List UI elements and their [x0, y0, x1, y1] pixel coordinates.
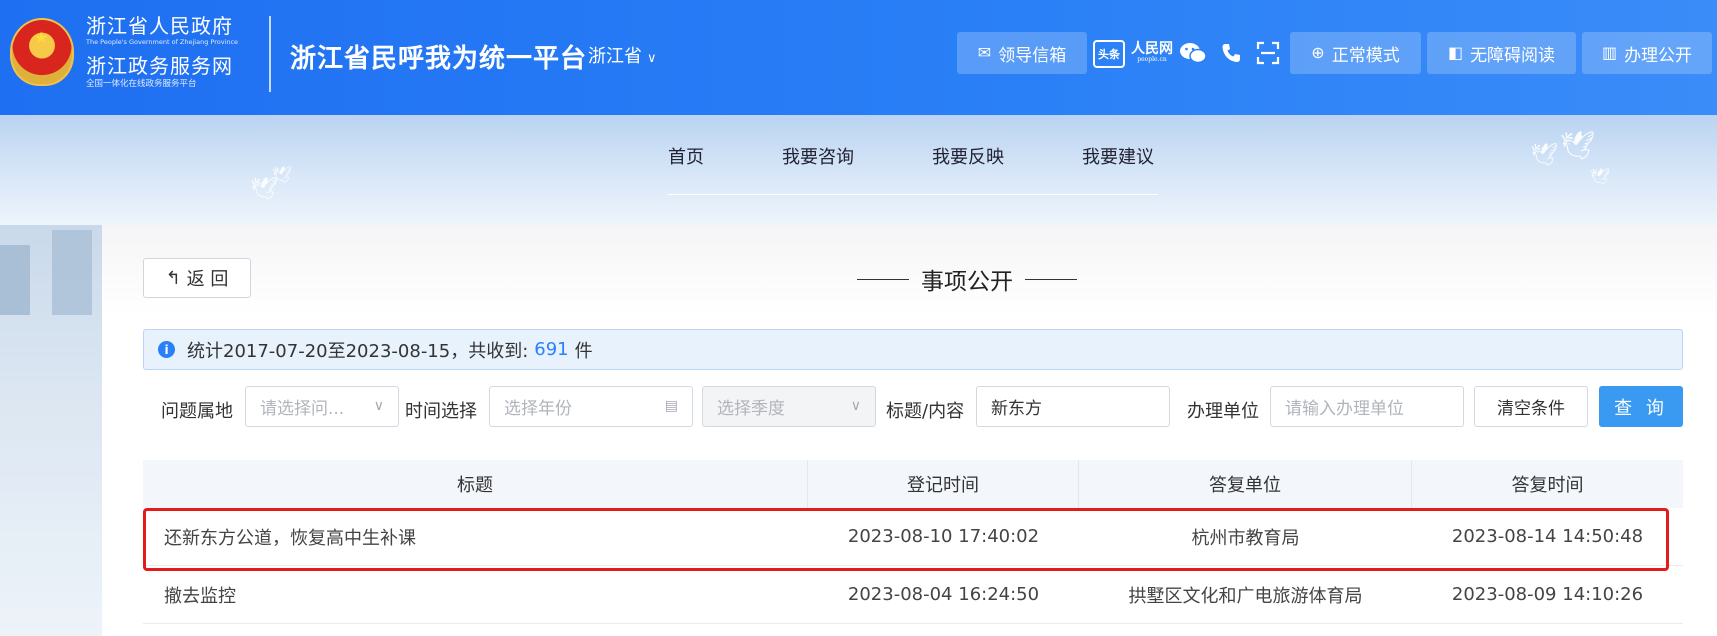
title-line-right	[1025, 278, 1077, 280]
location-placeholder: 请选择问...	[260, 399, 345, 419]
row-title[interactable]: 还新东方公道，恢复高中生补课	[143, 508, 808, 565]
clear-conditions-button[interactable]: 清空条件	[1474, 386, 1588, 427]
year-picker[interactable]: 选择年份 ▤	[489, 386, 693, 427]
nav-consult[interactable]: 我要咨询	[782, 143, 854, 169]
dove-decoration-icon: 🕊	[1530, 143, 1558, 168]
row-replied: 2023-08-09 14:10:26	[1451, 584, 1644, 605]
dove-decoration-icon: 🕊	[1560, 129, 1596, 162]
dove-decoration-icon: 🕊	[1590, 167, 1611, 186]
unit-label: 办理单位	[1187, 401, 1259, 422]
info-icon: i	[158, 341, 175, 358]
accessibility-icon: ◧	[1447, 43, 1464, 62]
row-replied: 2023-08-14 14:50:48	[1451, 526, 1644, 547]
gov-name: 浙江省人民政府	[86, 14, 233, 38]
handling-public-button[interactable]: ▥ 办理公开	[1582, 32, 1712, 74]
mail-icon: ✉	[977, 43, 992, 62]
normal-mode-label: 正常模式	[1331, 45, 1400, 66]
region-selector[interactable]: 浙江省 ∨	[588, 42, 657, 68]
keyword-value: 新东方	[991, 399, 1042, 419]
unit-placeholder: 请输入办理单位	[1285, 399, 1404, 419]
site-logo[interactable]: 浙江省人民政府 The People's Government of Zheji…	[86, 14, 246, 89]
zoom-in-icon: ⊕	[1311, 43, 1325, 62]
accessible-reading-button[interactable]: ◧ 无障碍阅读	[1427, 32, 1576, 74]
dove-decoration-icon: 🕊	[272, 165, 293, 184]
chevron-down-icon: ∨	[373, 398, 384, 414]
row-unit: 杭州市教育局	[1191, 527, 1300, 549]
row-registered: 2023-08-04 16:24:50	[847, 584, 1040, 605]
keyword-input[interactable]: 新东方	[976, 386, 1170, 427]
people-daily-sub: people.cn	[1137, 56, 1167, 63]
chevron-down-icon: ∨	[850, 398, 861, 414]
building-decoration	[0, 245, 30, 315]
wechat-icon[interactable]	[1178, 38, 1208, 68]
col-unit: 答复单位	[1079, 460, 1412, 508]
top-header: ★ 浙江省人民政府 The People's Government of Zhe…	[0, 0, 1717, 115]
main-nav: 首页 我要咨询 我要反映 我要建议	[668, 115, 1158, 195]
gov-name-en: The People's Government of Zhejiang Prov…	[86, 38, 239, 46]
year-placeholder: 选择年份	[504, 399, 572, 419]
header-divider	[269, 16, 271, 92]
service-name: 浙江政务服务网	[86, 54, 233, 78]
back-label: 返 回	[186, 269, 229, 290]
table-row[interactable]: 还新东方公道，恢复高中生补课 2023-08-10 17:40:02 杭州市教育…	[143, 508, 1683, 566]
phone-icon[interactable]	[1218, 38, 1244, 68]
toutiao-icon[interactable]: 头条	[1093, 40, 1125, 68]
leader-mailbox-label: 领导信箱	[998, 45, 1067, 66]
calendar-icon: ▤	[664, 398, 678, 414]
col-title: 标题	[143, 460, 808, 508]
accessible-reading-label: 无障碍阅读	[1470, 45, 1556, 66]
scan-icon[interactable]	[1254, 38, 1282, 68]
handling-public-label: 办理公开	[1624, 45, 1693, 66]
col-replied: 答复时间	[1511, 475, 1584, 496]
location-select[interactable]: 请选择问... ∨	[245, 386, 399, 427]
normal-mode-button[interactable]: ⊕ 正常模式	[1290, 32, 1421, 74]
platform-title: 浙江省民呼我为统一平台	[290, 44, 588, 74]
stats-prefix: 统计2017-07-20至2023-08-15，共收到:	[187, 340, 529, 362]
nav-report[interactable]: 我要反映	[932, 143, 1004, 169]
keyword-label: 标题/内容	[886, 401, 965, 422]
people-daily-label: 人民网	[1131, 41, 1173, 57]
people-daily-icon[interactable]: 人民网 people.cn	[1131, 38, 1173, 68]
time-label: 时间选择	[405, 401, 477, 422]
content-card: ↰ 返 回 事项公开 i 统计2017-07-20至2023-08-15，共收到…	[102, 225, 1717, 636]
col-registered: 登记时间	[808, 460, 1079, 508]
nav-home[interactable]: 首页	[668, 143, 704, 169]
national-emblem-icon: ★	[10, 18, 74, 86]
service-subtitle: 全国一体化在线政务服务平台	[86, 79, 197, 89]
row-unit: 拱墅区文化和广电旅游体育局	[1128, 585, 1363, 607]
stats-count: 691	[534, 339, 569, 360]
chevron-down-icon: ∨	[647, 51, 657, 66]
query-button[interactable]: 查 询	[1599, 386, 1683, 427]
stats-suffix: 件	[574, 340, 593, 362]
section-title-text: 事项公开	[921, 269, 1013, 295]
table-row[interactable]: 撤去监控 2023-08-04 16:24:50 拱墅区文化和广电旅游体育局 2…	[143, 566, 1683, 624]
row-title[interactable]: 撤去监控	[143, 566, 808, 623]
row-registered: 2023-08-10 17:40:02	[847, 526, 1040, 547]
results-table: 标题 登记时间 答复单位 答复时间 还新东方公道，恢复高中生补课 2023-08…	[143, 460, 1683, 624]
title-line-left	[857, 278, 909, 280]
unit-input[interactable]: 请输入办理单位	[1270, 386, 1464, 427]
section-title: 事项公开	[802, 259, 1132, 299]
table-header: 标题 登记时间 答复单位 答复时间	[143, 460, 1683, 508]
region-label: 浙江省	[588, 46, 642, 67]
back-arrow-icon: ↰	[165, 267, 181, 289]
stats-bar: i 统计2017-07-20至2023-08-15，共收到: 691 件	[143, 329, 1683, 370]
quarter-placeholder: 选择季度	[717, 399, 785, 419]
book-icon: ▥	[1601, 43, 1618, 62]
nav-suggest[interactable]: 我要建议	[1082, 143, 1154, 169]
location-label: 问题属地	[161, 401, 233, 422]
building-decoration	[52, 230, 92, 315]
quarter-select[interactable]: 选择季度 ∨	[702, 386, 876, 427]
back-button[interactable]: ↰ 返 回	[143, 258, 251, 298]
city-decoration	[0, 225, 102, 636]
leader-mailbox-button[interactable]: ✉ 领导信箱	[957, 32, 1087, 74]
